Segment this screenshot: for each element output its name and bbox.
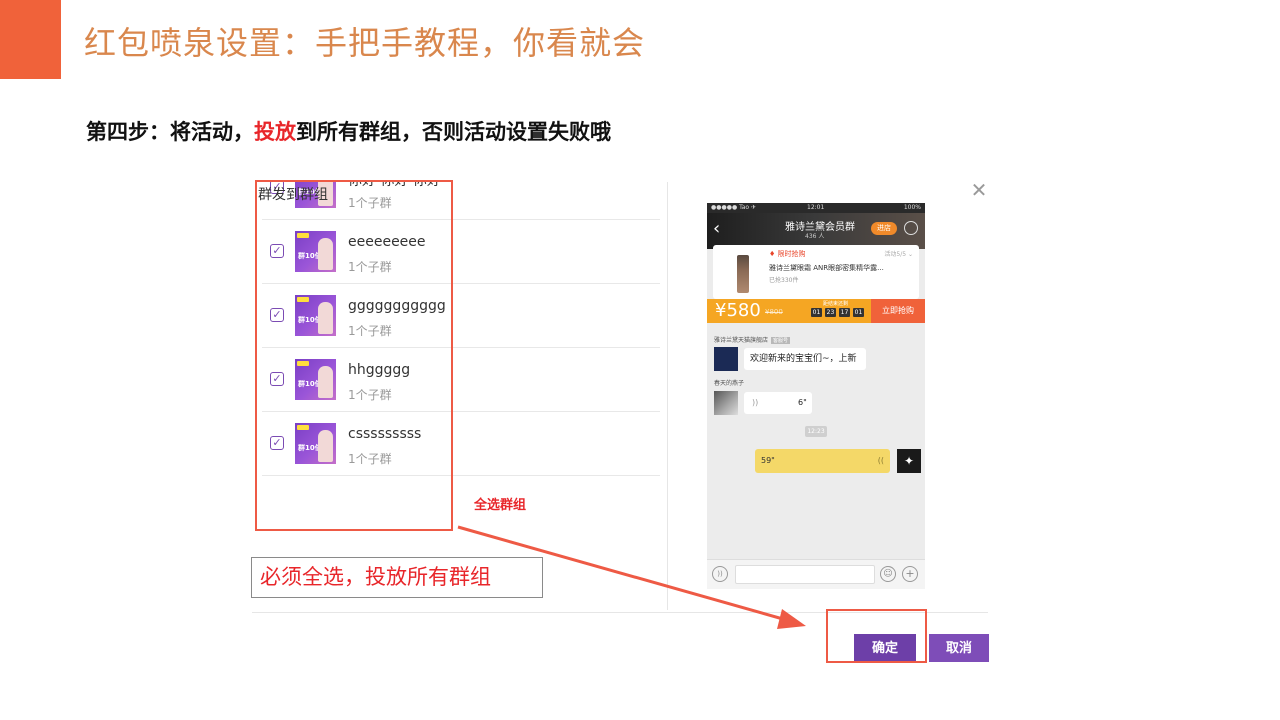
status-time: 12:01 <box>807 204 825 211</box>
time-chip: 12:23 <box>805 426 827 437</box>
confirm-highlight <box>826 609 927 663</box>
phone-status-bar: ●●●●● Tao ✈ 12:01 100% <box>707 203 925 213</box>
status-carrier: ●●●●● Tao ✈ <box>711 204 757 211</box>
own-avatar: ✦ <box>897 449 921 473</box>
own-voice-message[interactable]: 59" (( <box>755 449 890 473</box>
product-image <box>737 255 749 293</box>
sale-price: ¥580 <box>715 300 761 321</box>
shop-name: 雅诗兰黛天猫旗舰店 <box>714 337 769 344</box>
close-icon[interactable]: ✕ <box>969 180 989 200</box>
column-divider <box>667 182 668 610</box>
countdown-label: 距结束还剩 <box>823 301 849 307</box>
flash-sale-index: 活动5/5 ⌄ <box>884 251 913 258</box>
emoji-icon[interactable]: ☺ <box>880 566 896 582</box>
timer-digit: 01 <box>811 308 822 317</box>
voice-message[interactable]: )) 6" <box>744 392 812 414</box>
chat-member-count: 436 人 <box>805 233 825 240</box>
voice-duration: 6" <box>798 398 807 407</box>
countdown-timer: 01 23 17 01 <box>811 308 864 317</box>
enter-shop-button[interactable]: 进店 <box>871 222 897 235</box>
product-sold: 已抢330件 <box>769 277 799 284</box>
select-all-annotation: 全选群组 <box>474 498 527 513</box>
user-sender: 春天的燕子 <box>714 380 745 387</box>
chat-header: ‹ 雅诗兰黛会员群 436 人 进店 <box>707 213 925 249</box>
timer-digit: 01 <box>853 308 864 317</box>
shop-tag: 客服号 <box>771 337 791 344</box>
buy-now-button[interactable]: 立即抢购 <box>871 299 925 323</box>
voice-icon[interactable]: )) <box>712 566 728 582</box>
welcome-message: 欢迎新来的宝宝们~，上新 <box>744 348 866 370</box>
chat-input[interactable] <box>735 565 875 584</box>
phone-preview: ●●●●● Tao ✈ 12:01 100% ‹ 雅诗兰黛会员群 436 人 进… <box>707 203 925 589</box>
back-icon[interactable]: ‹ <box>713 219 720 239</box>
slide: 红包喷泉设置：手把手教程，你看就会 第四步：将活动，投放到所有群组，否则活动设置… <box>0 0 1280 720</box>
user-avatar <box>714 391 738 415</box>
step-suffix: 到所有群组，否则活动设置失败哦 <box>296 119 611 144</box>
slide-title: 红包喷泉设置：手把手教程，你看就会 <box>84 24 646 62</box>
shop-sender: 雅诗兰黛天猫旗舰店 客服号 <box>714 335 791 344</box>
status-battery: 100% <box>903 204 921 211</box>
price-bar: ¥580 ¥800 距结束还剩 01 23 17 01 立即抢购 <box>707 299 925 323</box>
chat-input-bar: )) ☺ + <box>707 559 925 589</box>
members-icon[interactable] <box>904 221 918 235</box>
step-instruction: 第四步：将活动，投放到所有群组，否则活动设置失败哦 <box>86 116 611 146</box>
timer-digit: 23 <box>825 308 836 317</box>
voice-duration: 59" <box>761 456 775 465</box>
step-highlight: 投放 <box>254 119 296 144</box>
accent-block <box>0 0 61 79</box>
step-prefix: 第四步：将活动， <box>86 119 254 144</box>
shop-avatar <box>714 347 738 371</box>
voice-wave-icon: )) <box>752 398 759 407</box>
cancel-button[interactable]: 取消 <box>929 634 989 662</box>
timer-digit: 17 <box>839 308 850 317</box>
flash-sale-card[interactable]: ♦ 限时抢购 活动5/5 ⌄ 雅诗兰黛眼霜 ANR眼部密集精华露... 已抢33… <box>713 245 919 299</box>
original-price: ¥800 <box>765 308 783 316</box>
product-name: 雅诗兰黛眼霜 ANR眼部密集精华露... <box>769 264 884 272</box>
callout-note: 必须全选，投放所有群组 <box>251 557 543 598</box>
flash-sale-label: ♦ 限时抢购 <box>769 250 806 258</box>
plus-icon[interactable]: + <box>902 566 918 582</box>
voice-wave-icon: (( <box>877 456 884 465</box>
select-all-highlight <box>255 180 453 531</box>
